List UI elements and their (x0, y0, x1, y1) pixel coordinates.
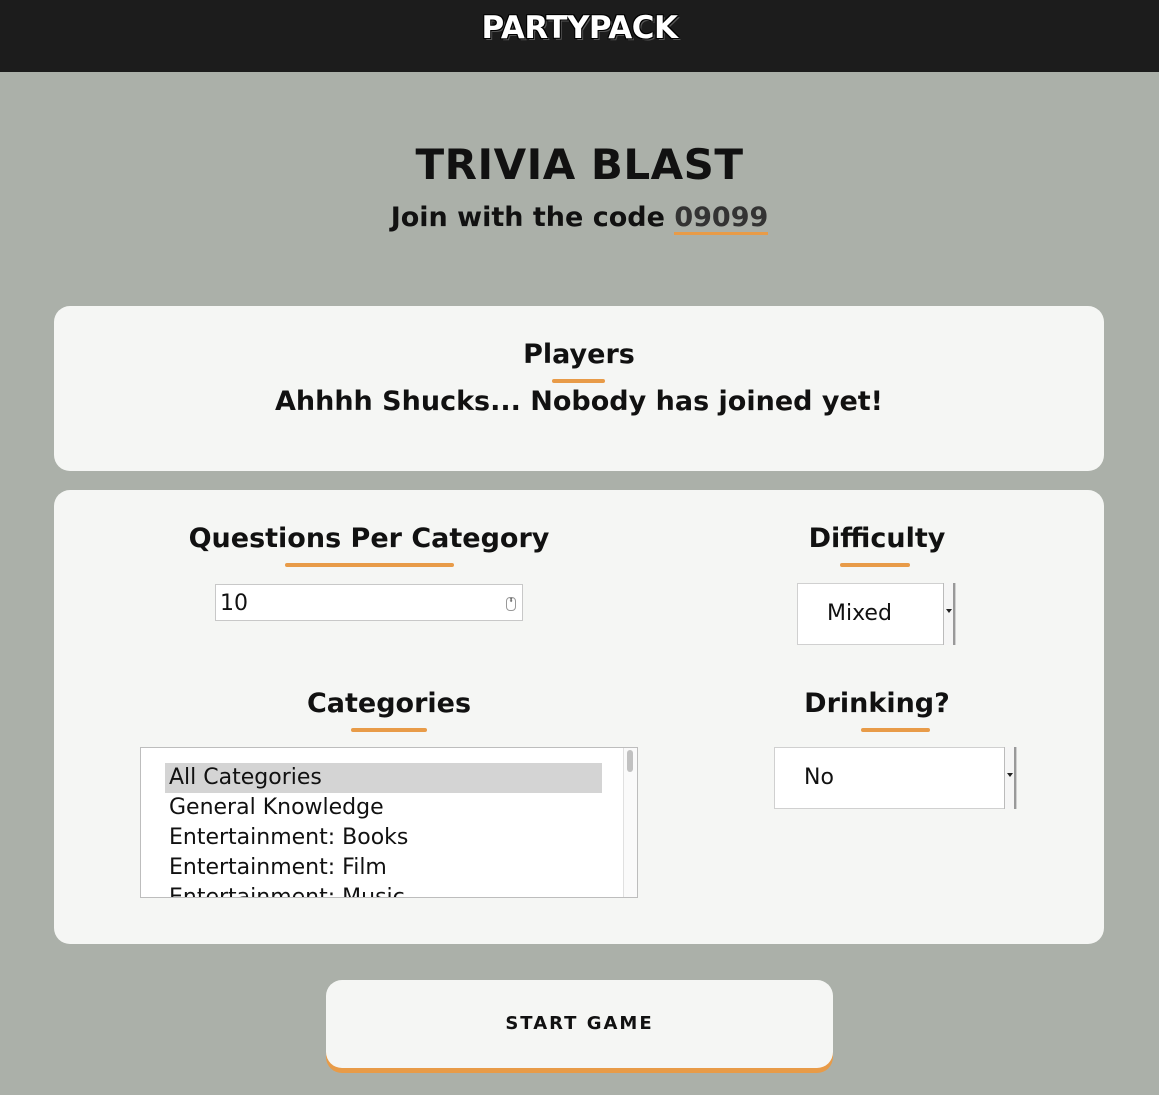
drinking-value: No (804, 765, 834, 790)
questions-value: 10 (220, 591, 248, 616)
category-option[interactable]: All Categories (165, 763, 602, 793)
category-option[interactable]: Entertainment: Books (165, 823, 602, 853)
difficulty-value: Mixed (827, 601, 892, 626)
listbox-scrollbar[interactable] (623, 748, 637, 897)
players-heading-underline (552, 379, 605, 383)
start-game-button[interactable]: START GAME (326, 980, 833, 1068)
category-option[interactable]: Entertainment: Film (165, 853, 602, 883)
game-title: TRIVIA BLAST (415, 140, 744, 189)
drinking-select[interactable]: No (774, 747, 1017, 809)
category-option[interactable]: Entertainment: Music (165, 883, 602, 897)
categories-heading: Categories (306, 688, 472, 719)
drinking-heading: Drinking? (804, 688, 950, 719)
chevron-down-icon (943, 583, 955, 645)
categories-heading-underline (351, 728, 427, 732)
difficulty-heading: Difficulty (808, 523, 946, 554)
questions-heading-underline (285, 563, 454, 567)
questions-per-category-heading: Questions Per Category (188, 523, 550, 554)
players-heading: Players (523, 339, 635, 370)
players-empty-message: Ahhhh Shucks... Nobody has joined yet! (275, 386, 883, 417)
difficulty-heading-underline (840, 563, 910, 567)
join-instructions: Join with the code 09099 (0, 202, 1159, 235)
join-prefix: Join with the code (390, 202, 675, 233)
chevron-down-icon (1004, 747, 1016, 809)
settings-card: Questions Per Category 10 ⬍ Difficulty M… (54, 490, 1104, 944)
top-bar: PARTYPACK (0, 0, 1159, 72)
scrollbar-thumb[interactable] (627, 750, 633, 772)
start-game-label: START GAME (505, 1013, 654, 1034)
number-spinner-icon[interactable]: ⬍ (506, 597, 516, 611)
app-logo: PARTYPACK (481, 10, 678, 46)
category-option[interactable]: General Knowledge (165, 793, 602, 823)
difficulty-select[interactable]: Mixed (797, 583, 956, 645)
join-code: 09099 (674, 202, 769, 235)
categories-listbox[interactable]: All Categories General Knowledge Enterta… (140, 747, 638, 898)
players-card: Players Ahhhh Shucks... Nobody has joine… (54, 306, 1104, 471)
questions-per-category-input[interactable]: 10 ⬍ (215, 584, 523, 621)
drinking-heading-underline (861, 728, 930, 732)
